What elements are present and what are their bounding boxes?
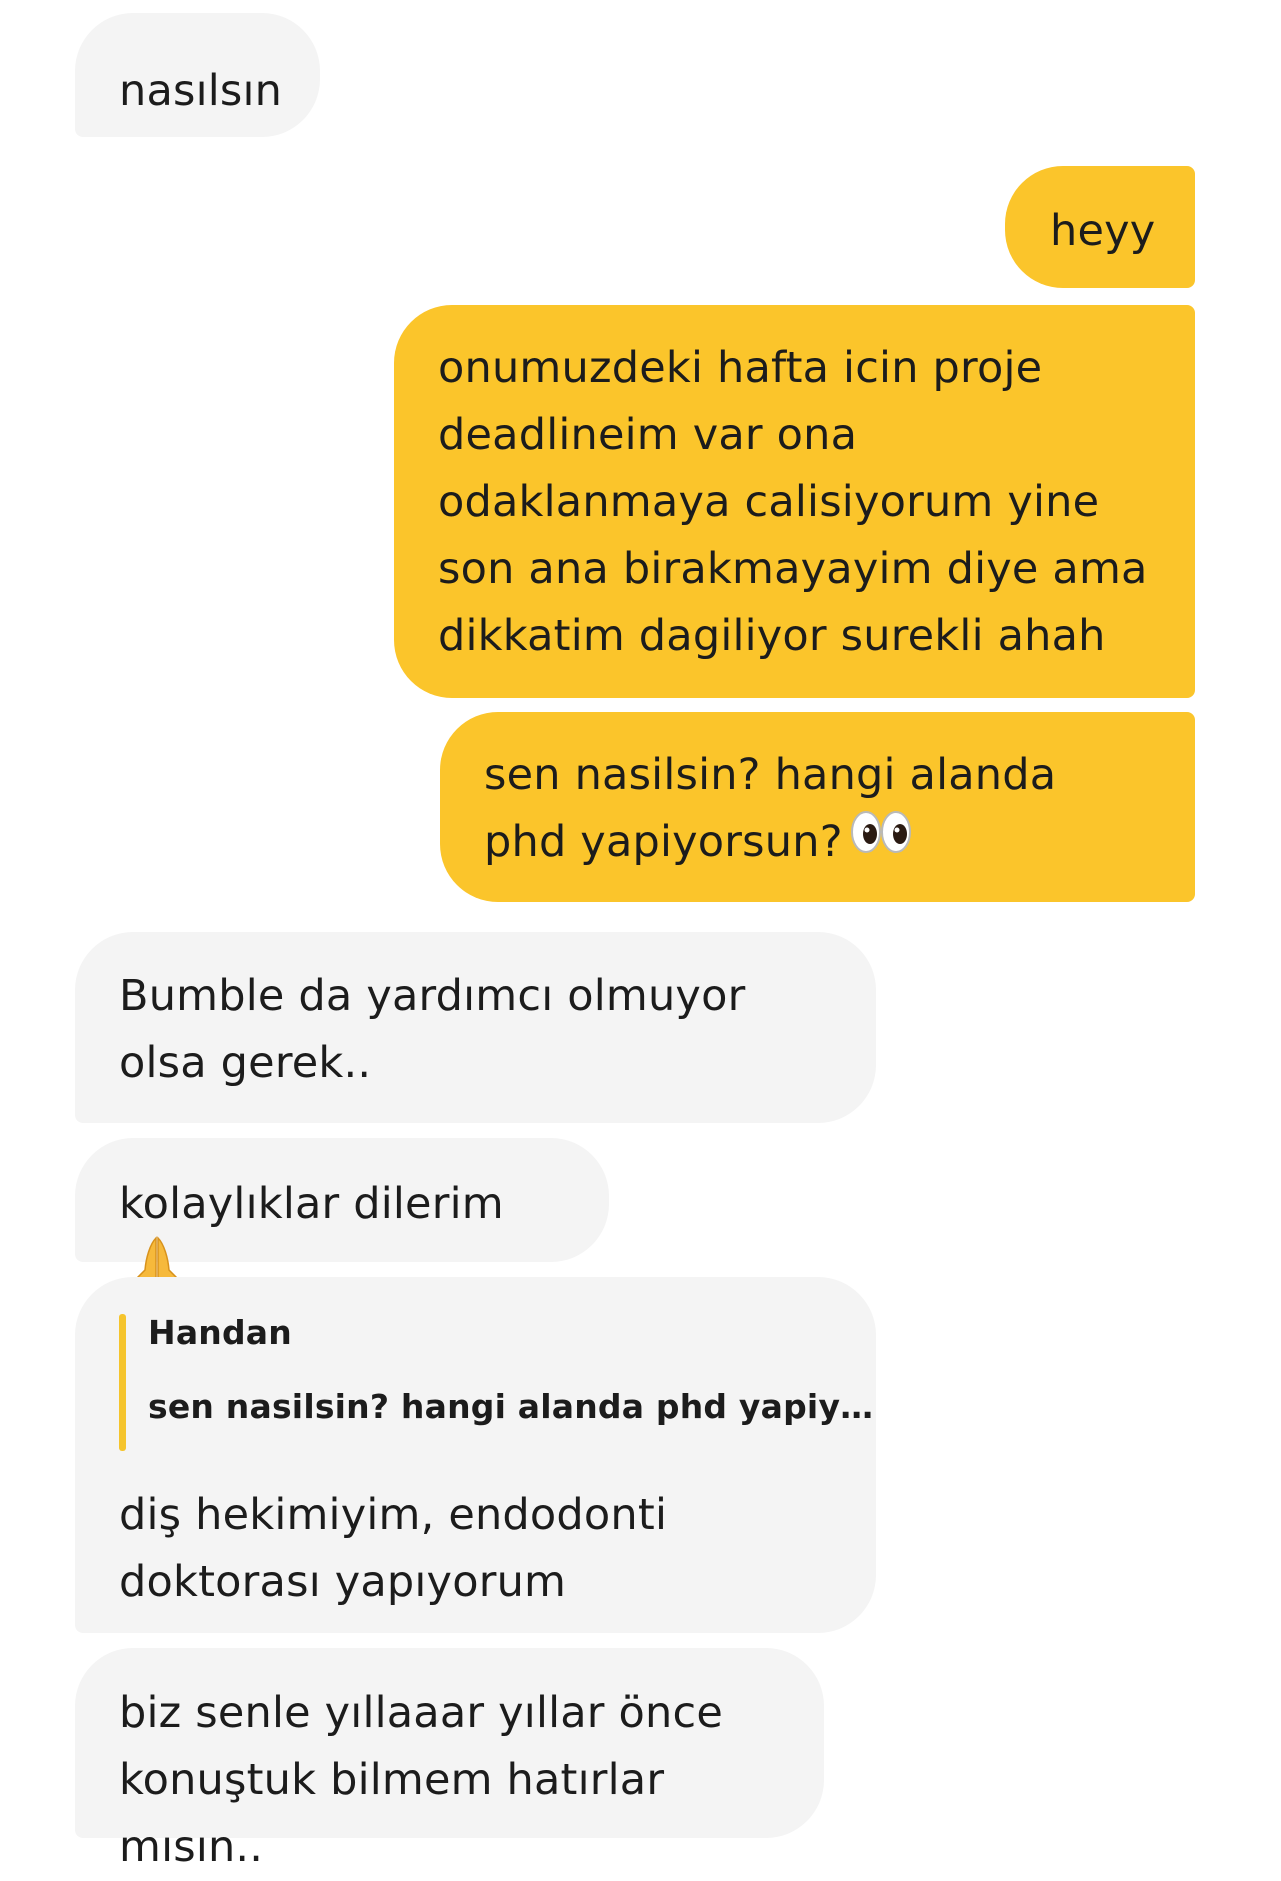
quoted-text: sen nasilsin? hangi alanda phd yapiy… xyxy=(148,1387,874,1426)
message-text: sen nasilsin? hangi alanda phd yapiyorsu… xyxy=(484,750,1057,867)
message-bubble-incoming[interactable]: biz senle yıllaaar yıllar önce konuştuk … xyxy=(75,1648,824,1872)
quoted-author: Handan xyxy=(148,1313,292,1352)
message-bubble-outgoing[interactable]: heyy xyxy=(1005,166,1195,288)
message-bubble-incoming[interactable]: Bumble da yardımcı olmuyor olsa gerek.. xyxy=(75,932,876,1123)
message-text: onumuzdeki hafta icin proje deadlineim v… xyxy=(438,343,1148,661)
message-text: biz senle yıllaaar yıllar önce konuştuk … xyxy=(119,1688,723,1872)
message-text: heyy xyxy=(1050,206,1156,256)
quoted-message[interactable]: Handan sen nasilsin? hangi alanda phd ya… xyxy=(119,1313,874,1452)
eyes-emoji-icon xyxy=(849,807,913,874)
message-bubble-incoming[interactable]: nasılsın xyxy=(75,13,320,137)
message-text: diş hekimiyim, endodonti doktorası yapıy… xyxy=(119,1490,668,1607)
message-bubble-outgoing[interactable]: onumuzdeki hafta icin proje deadlineim v… xyxy=(394,305,1195,698)
message-text: kolaylıklar dilerim xyxy=(119,1179,504,1229)
reply-message-bubble[interactable]: Handan sen nasilsin? hangi alanda phd ya… xyxy=(75,1277,876,1633)
message-bubble-incoming[interactable]: kolaylıklar dilerim xyxy=(75,1138,609,1294)
message-text: nasılsın xyxy=(119,66,283,116)
message-text: Bumble da yardımcı olmuyor olsa gerek.. xyxy=(119,971,746,1088)
message-bubble-outgoing[interactable]: sen nasilsin? hangi alanda phd yapiyorsu… xyxy=(440,712,1195,902)
quote-accent-bar xyxy=(119,1314,126,1451)
